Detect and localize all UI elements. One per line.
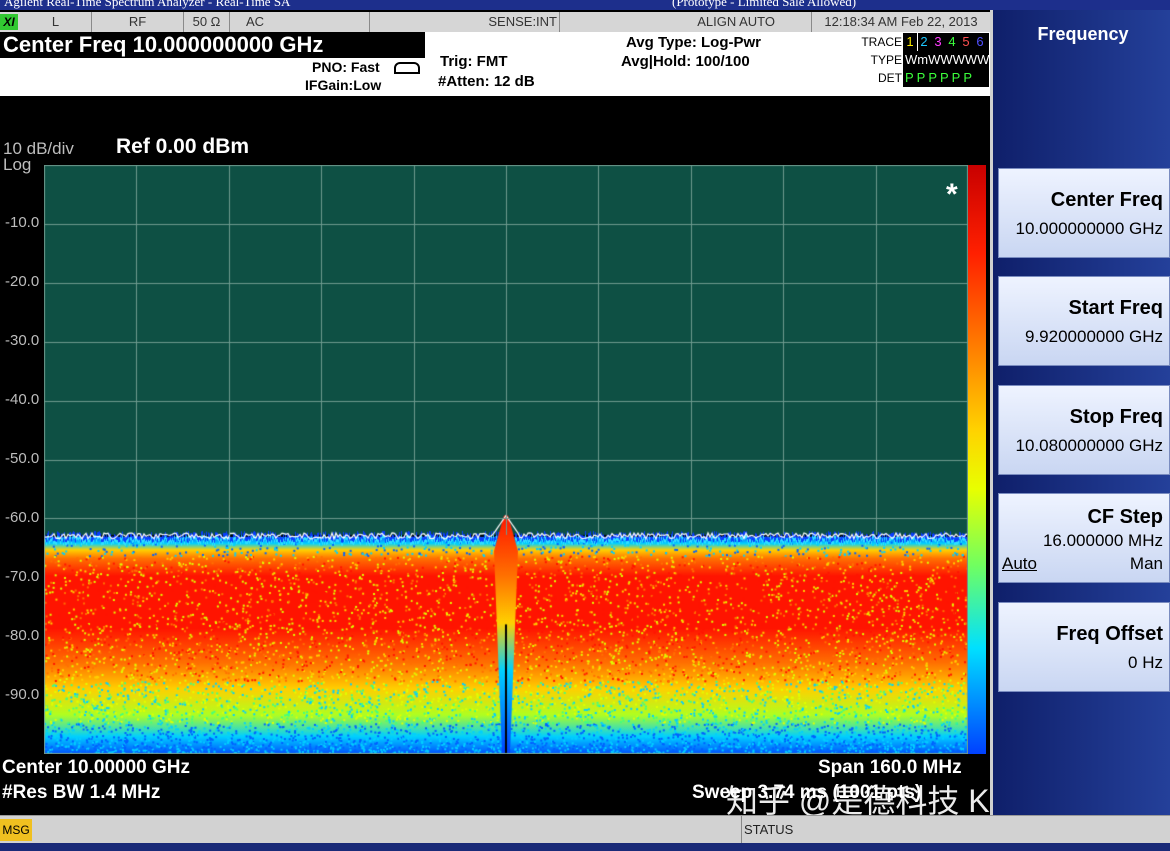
status-row: XI L RF 50 Ω AC SENSE:INT ALIGN AUTO 12:… <box>0 12 990 32</box>
scale-type: Log <box>3 155 32 174</box>
spectrum-density-display[interactable] <box>44 165 968 754</box>
avg-hold-setting: Avg|Hold: 100/100 <box>621 53 750 70</box>
xi-badge: XI <box>0 14 18 30</box>
y-tick-label: -10.0 <box>5 214 40 231</box>
y-tick-label: -90.0 <box>5 686 40 703</box>
start-freq-softkey[interactable]: Start Freq 9.920000000 GHz <box>998 276 1170 366</box>
type-label: TYPE <box>870 53 902 67</box>
ifgain-setting: IFGain:Low <box>305 77 382 93</box>
stop-freq-softkey[interactable]: Stop Freq 10.080000000 GHz <box>998 385 1170 475</box>
attenuation-setting: #Atten: 12 dB <box>438 73 535 90</box>
rf-input-indicator: RF <box>92 12 184 32</box>
softkey-value: 0 Hz <box>1128 653 1163 672</box>
ref-level: Ref 0.00 dBm <box>116 135 250 158</box>
trace-number-4[interactable]: 4 <box>945 33 959 51</box>
trace-number-6[interactable]: 6 <box>973 33 987 51</box>
y-tick-label: -50.0 <box>5 450 40 467</box>
y-tick-label: -60.0 <box>5 509 40 526</box>
res-bw-annotation: #Res BW 1.4 MHz <box>2 782 161 803</box>
impedance-indicator: 50 Ω <box>184 12 230 32</box>
trigger-setting: Trig: FMT <box>440 53 508 70</box>
center-freq-banner: Center Freq 10.000000000 GHz <box>0 32 425 58</box>
trace-number-2[interactable]: 2 <box>917 33 931 51</box>
softkey-value: 10.080000000 GHz <box>1015 436 1163 455</box>
y-tick-label: -40.0 <box>5 391 40 408</box>
msg-button[interactable]: MSG <box>0 819 32 841</box>
y-tick-label: -70.0 <box>5 568 40 585</box>
trace-detectors: PPPPPP <box>903 69 989 87</box>
det-label: DET <box>878 71 902 85</box>
align-indicator: ALIGN AUTO <box>560 12 812 32</box>
cf-step-softkey[interactable]: CF Step 16.000000 MHz Auto Man <box>998 493 1170 583</box>
softkey-label: Start Freq <box>1068 297 1163 319</box>
window-title: Agilent Real-Time Spectrum Analyzer - Re… <box>4 0 291 9</box>
softkey-label: Freq Offset <box>1056 623 1163 645</box>
softkey-panel: Frequency Center Freq 10.000000000 GHz S… <box>990 10 1170 815</box>
bottom-strip <box>0 843 1170 851</box>
cf-step-man-option[interactable]: Man <box>1130 554 1163 574</box>
trace-types: WmWWWWW <box>903 51 990 69</box>
measurement-header: Center Freq 10.000000000 GHz PNO: Fast I… <box>0 32 990 96</box>
trace-panel: TRACE TYPE DET 123456 WmWWWWW PPPPPP <box>855 32 990 88</box>
menu-title: Frequency <box>1037 24 1129 44</box>
y-tick-label: -80.0 <box>5 627 40 644</box>
divider <box>741 816 742 844</box>
pno-setting: PNO: Fast <box>312 59 380 75</box>
message-bar: MSG STATUS <box>0 815 1170 844</box>
status-button[interactable]: STATUS <box>744 822 793 837</box>
trace-number-5[interactable]: 5 <box>959 33 973 51</box>
softkey-value: 9.920000000 GHz <box>1025 327 1163 346</box>
trace-label: TRACE <box>861 35 902 49</box>
window-title-note: (Prototype - Limited Sale Allowed) <box>672 0 857 9</box>
softkey-label: Stop Freq <box>1069 406 1163 428</box>
center-freq-softkey[interactable]: Center Freq 10.000000000 GHz <box>998 168 1170 258</box>
input-coupling-l: L <box>20 12 92 32</box>
avg-type-setting: Avg Type: Log-Pwr <box>626 34 761 51</box>
softkey-value: 10.000000000 GHz <box>1015 219 1163 238</box>
date-time: 12:18:34 AM Feb 22, 2013 <box>824 14 978 29</box>
coupling-indicator: AC <box>230 12 370 32</box>
cf-step-auto-option[interactable]: Auto <box>1002 554 1037 574</box>
y-tick-label: -20.0 <box>5 273 40 290</box>
trace-number-1[interactable]: 1 <box>902 32 918 52</box>
softkey-label: CF Step <box>1087 506 1163 528</box>
window-title-bar: Agilent Real-Time Spectrum Analyzer - Re… <box>0 0 1170 10</box>
marker-flag: * <box>946 178 958 211</box>
trace-number-3[interactable]: 3 <box>931 33 945 51</box>
sense-indicator: SENSE:INT <box>370 12 560 32</box>
y-tick-label: -30.0 <box>5 332 40 349</box>
trace-numbers: 123456 <box>902 32 989 52</box>
pno-toggle-icon[interactable] <box>394 62 420 74</box>
softkey-value: 16.000000 MHz <box>1042 531 1163 550</box>
freq-offset-softkey[interactable]: Freq Offset 0 Hz <box>998 602 1170 692</box>
center-frequency-annotation: Center 10.00000 GHz <box>2 757 190 778</box>
softkey-label: Center Freq <box>1050 189 1163 211</box>
density-color-scale <box>968 165 986 754</box>
